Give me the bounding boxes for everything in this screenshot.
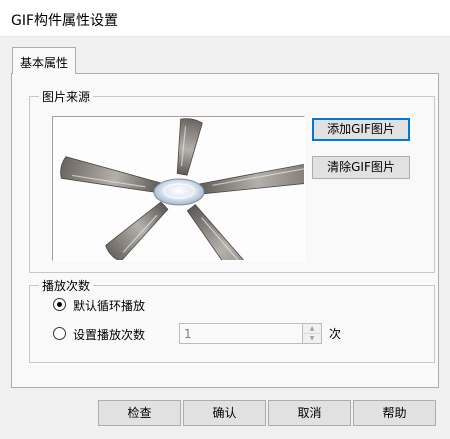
play-count-unit: 次	[329, 327, 342, 341]
playback-group-title: 播放次数	[39, 277, 94, 294]
stepper-up-icon[interactable]: ▲	[303, 324, 321, 334]
stepper-down-icon[interactable]: ▼	[303, 334, 321, 343]
help-button[interactable]: 帮助	[353, 400, 436, 426]
image-source-group-title: 图片来源	[39, 88, 94, 105]
check-button[interactable]: 检查	[98, 400, 181, 426]
count-radio-label[interactable]: 设置播放次数	[73, 326, 145, 343]
window-title: GIF构件属性设置	[11, 13, 119, 29]
ok-button[interactable]: 确认	[183, 400, 266, 426]
loop-radio-label[interactable]: 默认循环播放	[73, 297, 145, 314]
gif-preview	[52, 116, 331, 304]
title-bar[interactable]: GIF构件属性设置	[0, 0, 450, 37]
count-radio[interactable]	[53, 327, 66, 340]
cancel-button[interactable]: 取消	[268, 400, 351, 426]
loop-radio[interactable]	[53, 298, 66, 311]
tab-label: 基本属性	[20, 56, 69, 70]
play-count-input[interactable]	[179, 323, 303, 344]
clear-gif-button[interactable]: 清除GIF图片	[312, 156, 410, 179]
play-count-stepper[interactable]: ▲ ▼	[303, 323, 322, 344]
ceiling-fan-icon	[60, 118, 331, 304]
add-gif-button[interactable]: 添加GIF图片	[312, 118, 410, 141]
tab-basic-properties[interactable]: 基本属性	[12, 47, 76, 74]
